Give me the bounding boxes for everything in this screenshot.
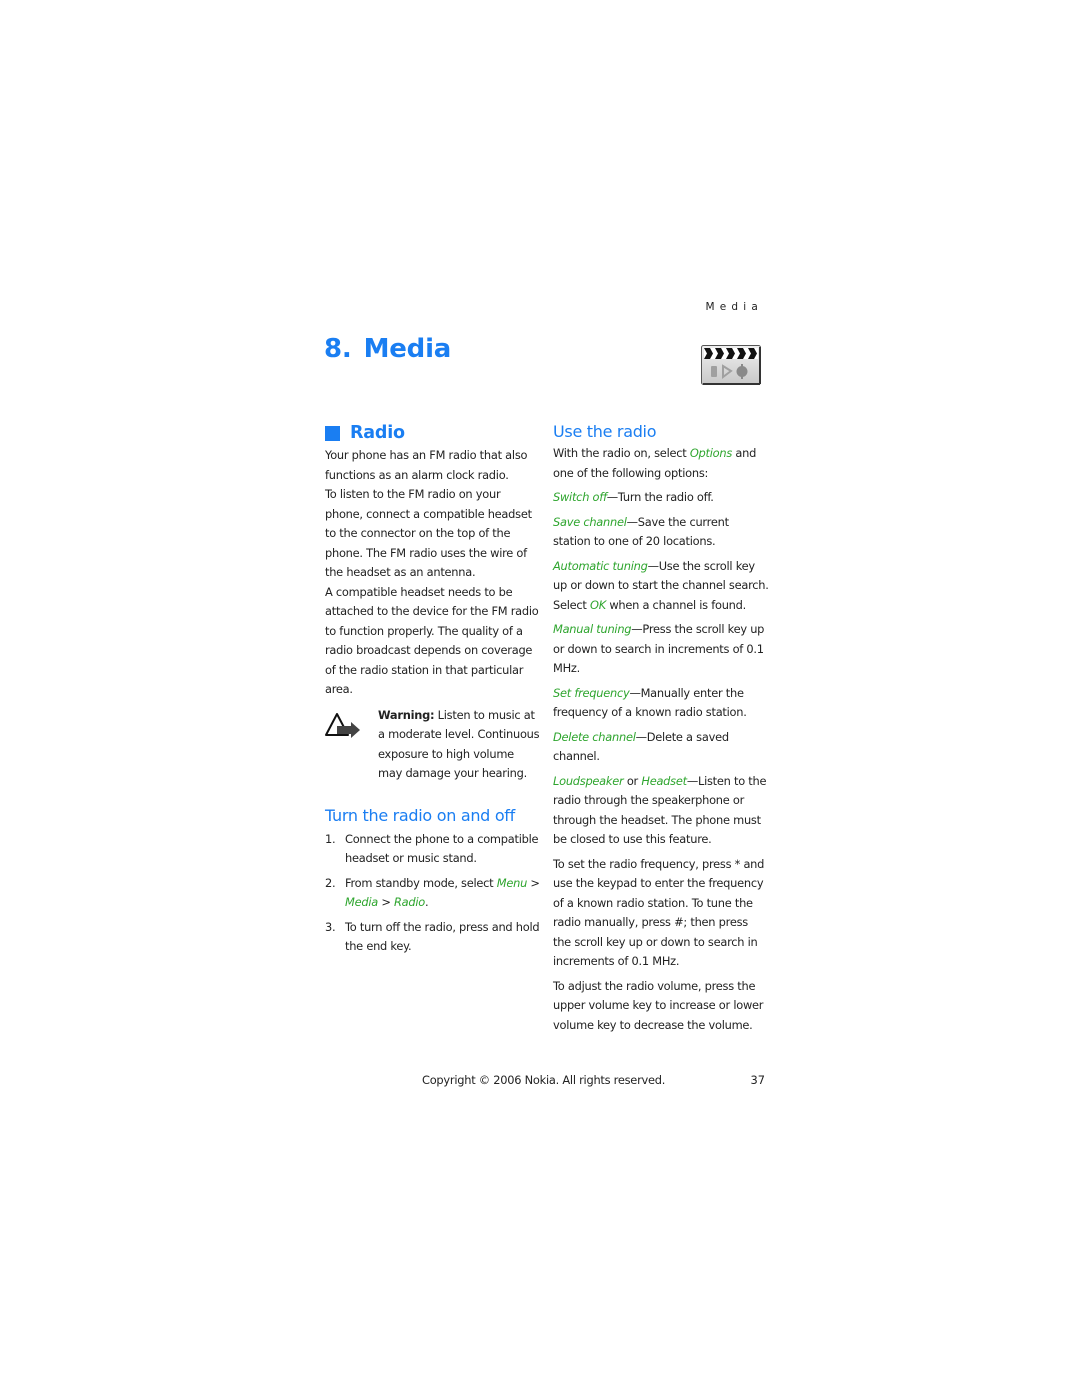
- step-item: 2. From standby mode, select Menu > Medi…: [325, 875, 540, 910]
- media-clapperboard-icon: [701, 345, 761, 385]
- page-number: 37: [750, 1073, 766, 1087]
- radio-paragraph: A compatible headset needs to be attache…: [325, 584, 539, 697]
- warning-note: Warning: Listen to music at a moderate l…: [325, 706, 541, 784]
- option-item: Automatic tuning—Use the scroll key up o…: [553, 558, 769, 612]
- chapter-title: 8. Media: [324, 334, 451, 364]
- option-item: Delete channel—Delete a saved channel.: [553, 729, 729, 764]
- subheading-turn-on-off: Turn the radio on and off: [325, 805, 515, 825]
- step-item: 1. Connect the phone to a compatible hea…: [325, 831, 539, 866]
- copyright-footer: Copyright © 2006 Nokia. All rights reser…: [422, 1073, 666, 1087]
- warning-label: Warning:: [378, 707, 435, 722]
- section-square-icon: [325, 425, 340, 441]
- radio-paragraph: To listen to the FM radio on your phone,…: [325, 487, 532, 579]
- use-radio-intro: With the radio on, select Options and on…: [553, 446, 757, 480]
- option-item: Set frequency—Manually enter the frequen…: [553, 685, 747, 720]
- option-item: Manual tuning—Press the scroll key up or…: [553, 622, 765, 675]
- chapter-title-text: Media: [363, 334, 452, 364]
- option-item: Save channel—Save the current station to…: [553, 514, 729, 549]
- steps-list: 1. Connect the phone to a compatible hea…: [325, 830, 541, 957]
- section-heading-radio: Radio: [325, 420, 541, 446]
- left-column: Radio Your phone has an FM radio that al…: [325, 420, 541, 962]
- media-term: Media: [345, 895, 378, 909]
- frequency-paragraph: To set the radio frequency, press * and …: [553, 856, 765, 969]
- options-term: Options: [689, 446, 733, 460]
- right-column: Use the radio With the radio on, select …: [553, 420, 769, 1035]
- running-head: Media: [705, 301, 763, 313]
- chapter-number: 8.: [324, 334, 352, 364]
- volume-paragraph: To adjust the radio volume, press the up…: [553, 978, 764, 1032]
- radio-paragraph: Your phone has an FM radio that also fun…: [325, 448, 528, 482]
- option-item: Loudspeaker or Headset—Listen to the rad…: [553, 773, 767, 847]
- step-item: 3. To turn off the radio, press and hold…: [325, 919, 540, 954]
- warning-icon: [325, 706, 378, 784]
- subheading-use-radio: Use the radio: [553, 422, 657, 441]
- menu-term: Menu: [496, 875, 528, 890]
- option-item: Switch off—Turn the radio off.: [553, 490, 714, 504]
- radio-term: Radio: [394, 895, 426, 909]
